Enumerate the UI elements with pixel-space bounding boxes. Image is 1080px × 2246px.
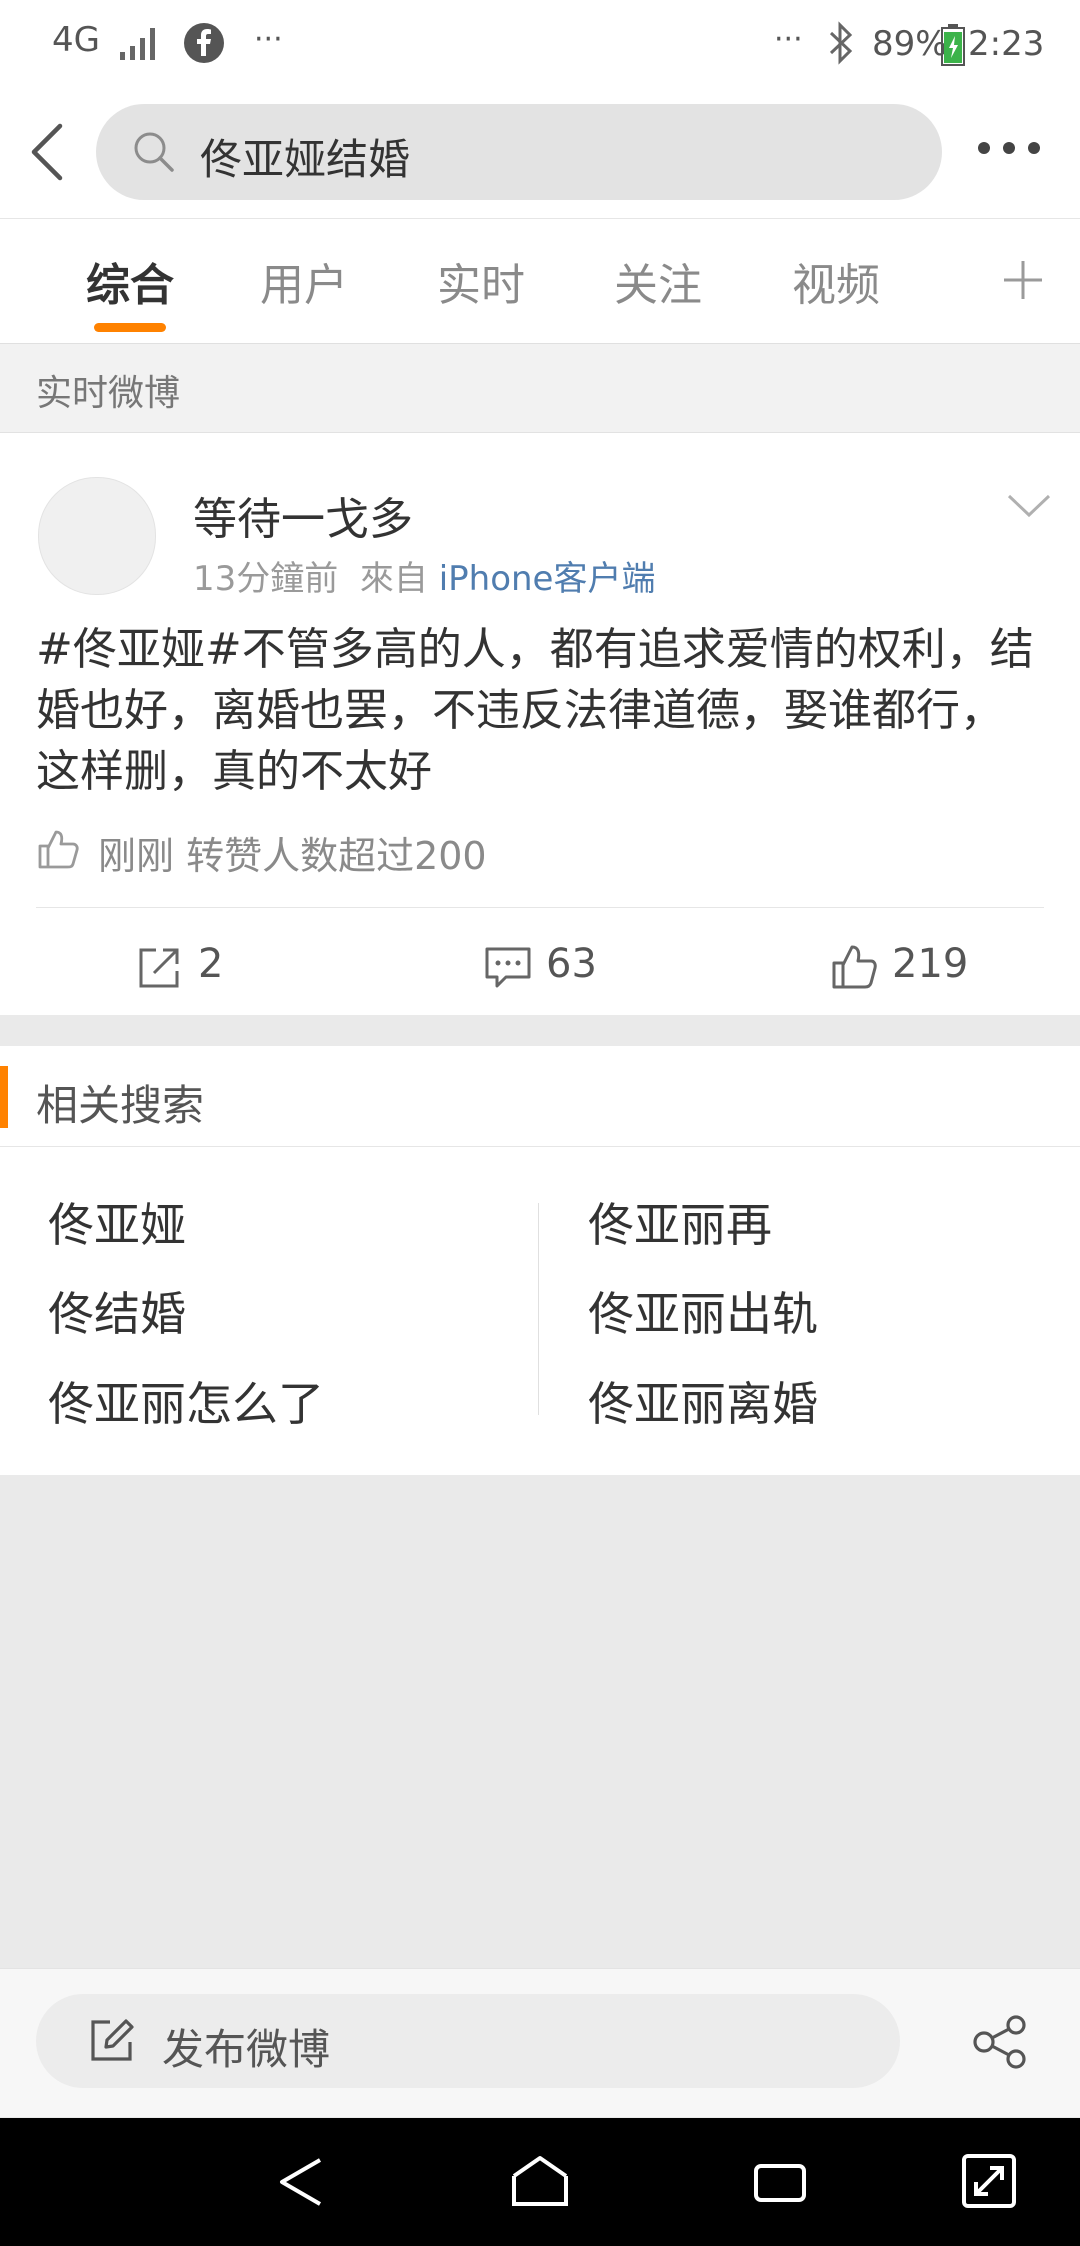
related-search-item[interactable]: 佟结婚 (48, 1278, 186, 1344)
related-search-header: 相关搜索 (0, 1046, 1080, 1147)
tab-realtime[interactable]: 实时 (437, 249, 525, 313)
nav-recents-icon[interactable] (752, 2158, 808, 2208)
like-icon (830, 943, 878, 991)
compose-button[interactable]: 发布微博 (36, 1994, 900, 2088)
thumbs-up-icon (36, 827, 80, 871)
nav-expand-icon[interactable] (960, 2152, 1018, 2210)
compose-bar: 发布微博 (0, 1968, 1080, 2117)
related-search-item[interactable]: 佟亚丽怎么了 (48, 1368, 324, 1434)
avatar[interactable] (38, 477, 156, 595)
facebook-icon (183, 22, 225, 64)
repost-icon (136, 945, 182, 991)
nav-home-icon[interactable] (508, 2154, 572, 2210)
related-search-item[interactable]: 佟亚娅 (48, 1189, 186, 1255)
tab-following[interactable]: 关注 (614, 249, 702, 313)
chevron-down-icon[interactable] (1006, 491, 1052, 521)
system-nav-bar (0, 2118, 1080, 2246)
related-search-item[interactable]: 佟亚丽再 (588, 1189, 772, 1255)
status-bar: 4G ··· ··· 89% 2:23 (0, 0, 1080, 92)
edit-icon (88, 2016, 136, 2064)
compose-label: 发布微博 (162, 2025, 331, 2074)
search-input[interactable]: 佟亚娅结婚 (96, 104, 942, 200)
nav-back-icon[interactable] (276, 2154, 326, 2210)
related-search-item[interactable]: 佟亚丽出轨 (588, 1278, 818, 1344)
repost-count: 2 (198, 941, 224, 987)
share-icon[interactable] (972, 2015, 1028, 2069)
tab-general[interactable]: 综合 (86, 249, 174, 313)
battery-icon (940, 24, 966, 66)
comment-icon (484, 945, 532, 991)
active-tab-indicator (94, 323, 166, 332)
like-notice-text: 刚刚 转赞人数超过200 (98, 834, 487, 878)
post-divider (36, 907, 1044, 908)
section-accent-bar (0, 1066, 8, 1128)
related-search-list: 佟亚娅 佟结婚 佟亚丽怎么了 佟亚丽再 佟亚丽出轨 佟亚丽离婚 (0, 1147, 1080, 1475)
tab-video[interactable]: 视频 (792, 249, 880, 313)
search-tabs: 综合 用户 实时 关注 视频 (0, 219, 1080, 344)
search-icon (132, 130, 176, 174)
tab-users[interactable]: 用户 (260, 249, 348, 313)
more-dots-icon[interactable] (976, 138, 1042, 158)
post-time: 13分鐘前 (193, 559, 339, 599)
search-header: 佟亚娅结婚 (0, 92, 1080, 219)
back-arrow-icon[interactable] (26, 120, 70, 184)
status-overflow-right: ··· (774, 22, 803, 57)
like-count: 219 (892, 941, 969, 987)
column-divider (538, 1203, 539, 1415)
realtime-section-title: 实时微博 (36, 373, 181, 414)
search-query-text: 佟亚娅结婚 (200, 135, 411, 184)
add-tab-icon[interactable] (1000, 257, 1046, 303)
bluetooth-icon (826, 20, 856, 66)
post-meta: 13分鐘前 來自 iPhone客户端 (193, 551, 655, 600)
related-search-title: 相关搜索 (36, 1081, 205, 1130)
post-author[interactable]: 等待一戈多 (193, 483, 413, 547)
status-overflow-left: ··· (254, 22, 283, 57)
weibo-post[interactable]: 等待一戈多 13分鐘前 來自 iPhone客户端 #佟亚娅#不管多高的人，都有追… (0, 433, 1080, 1015)
battery-percent: 89% (872, 24, 948, 64)
realtime-section-header: 实时微博 (0, 344, 1080, 433)
related-search-item[interactable]: 佟亚丽离婚 (588, 1368, 818, 1434)
signal-icon (118, 22, 162, 62)
post-source[interactable]: iPhone客户端 (439, 559, 656, 599)
network-type: 4G (52, 20, 100, 60)
post-source-prefix: 來自 (359, 559, 428, 599)
post-content: #佟亚娅#不管多高的人，都有追求爱情的权利，结婚也好，离婚也罢，不违反法律道德，… (36, 624, 1034, 797)
clock: 2:23 (968, 24, 1045, 64)
comment-count: 63 (546, 941, 597, 987)
